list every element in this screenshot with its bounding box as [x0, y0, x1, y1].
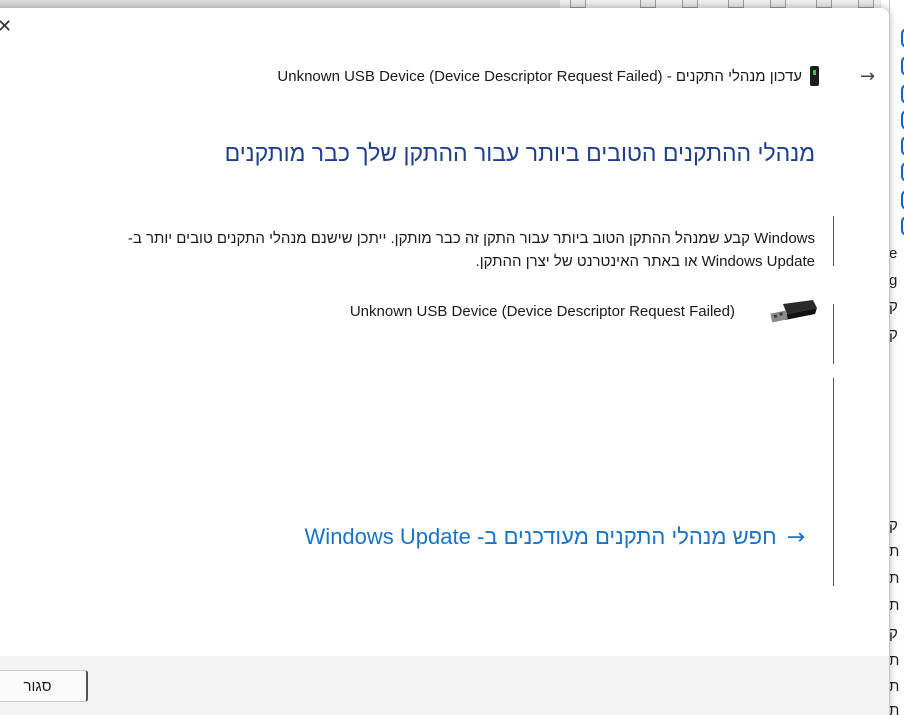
background-text: ת [889, 678, 900, 695]
dialog-title-bar: עדכון מנהלי התקנים - (Unknown USB Device… [277, 66, 819, 86]
background-text: e [889, 245, 898, 262]
toolbar-icon[interactable] [770, 0, 786, 8]
page-heading: מנהלי ההתקנים הטובים ביותר עבור ההתקן של… [224, 140, 815, 166]
toolbar-icon[interactable] [728, 0, 744, 8]
divider [833, 378, 834, 586]
usb-plug-icon [770, 300, 817, 323]
background-text: ת [889, 652, 900, 669]
arrow-right-icon: → [786, 524, 805, 550]
toolbar-icon[interactable] [570, 0, 586, 8]
background-text: ק [889, 326, 898, 343]
device-name: Unknown USB Device (Device Descriptor Re… [349, 302, 735, 320]
screen: ✕ e g ק ק ק ת ת ת ק ת ת ת ✕ → עדכון מ [0, 0, 904, 715]
toolbar-icon[interactable] [640, 0, 656, 8]
background-text: ת [889, 597, 900, 614]
close-icon[interactable]: ✕ [0, 18, 12, 36]
result-description: Windows קבע שמנהל ההתקן הטוב ביותר עבור … [127, 230, 815, 270]
background-text: ק [889, 517, 898, 534]
device-manager-icon [810, 66, 819, 86]
window-edge [889, 0, 890, 715]
divider [833, 216, 834, 266]
dialog-footer: סגור [0, 656, 889, 715]
toolbar-icon[interactable] [858, 0, 874, 8]
close-button[interactable]: סגור [0, 670, 88, 702]
back-arrow-icon[interactable]: → [860, 66, 875, 87]
update-drivers-dialog: ✕ → עדכון מנהלי התקנים - (Unknown USB De… [0, 8, 889, 715]
divider [833, 304, 834, 364]
dialog-title: עדכון מנהלי התקנים - (Unknown USB Device… [277, 67, 802, 85]
background-text: ק [889, 298, 898, 315]
device-info: Unknown USB Device (Device Descriptor Re… [350, 298, 819, 324]
toolbar-icon[interactable] [816, 0, 832, 8]
background-text: ק [889, 625, 898, 642]
search-windows-update-label[interactable]: חפש מנהלי התקנים מעודכנים ב- Windows Upd… [305, 524, 777, 550]
search-windows-update-link[interactable]: → חפש מנהלי התקנים מעודכנים ב- Windows U… [305, 524, 805, 550]
toolbar-icon[interactable] [682, 0, 698, 8]
background-text: ת [889, 570, 900, 587]
background-text: ת [889, 702, 900, 715]
background-text: ת [889, 543, 900, 560]
background-text: g [889, 272, 898, 289]
